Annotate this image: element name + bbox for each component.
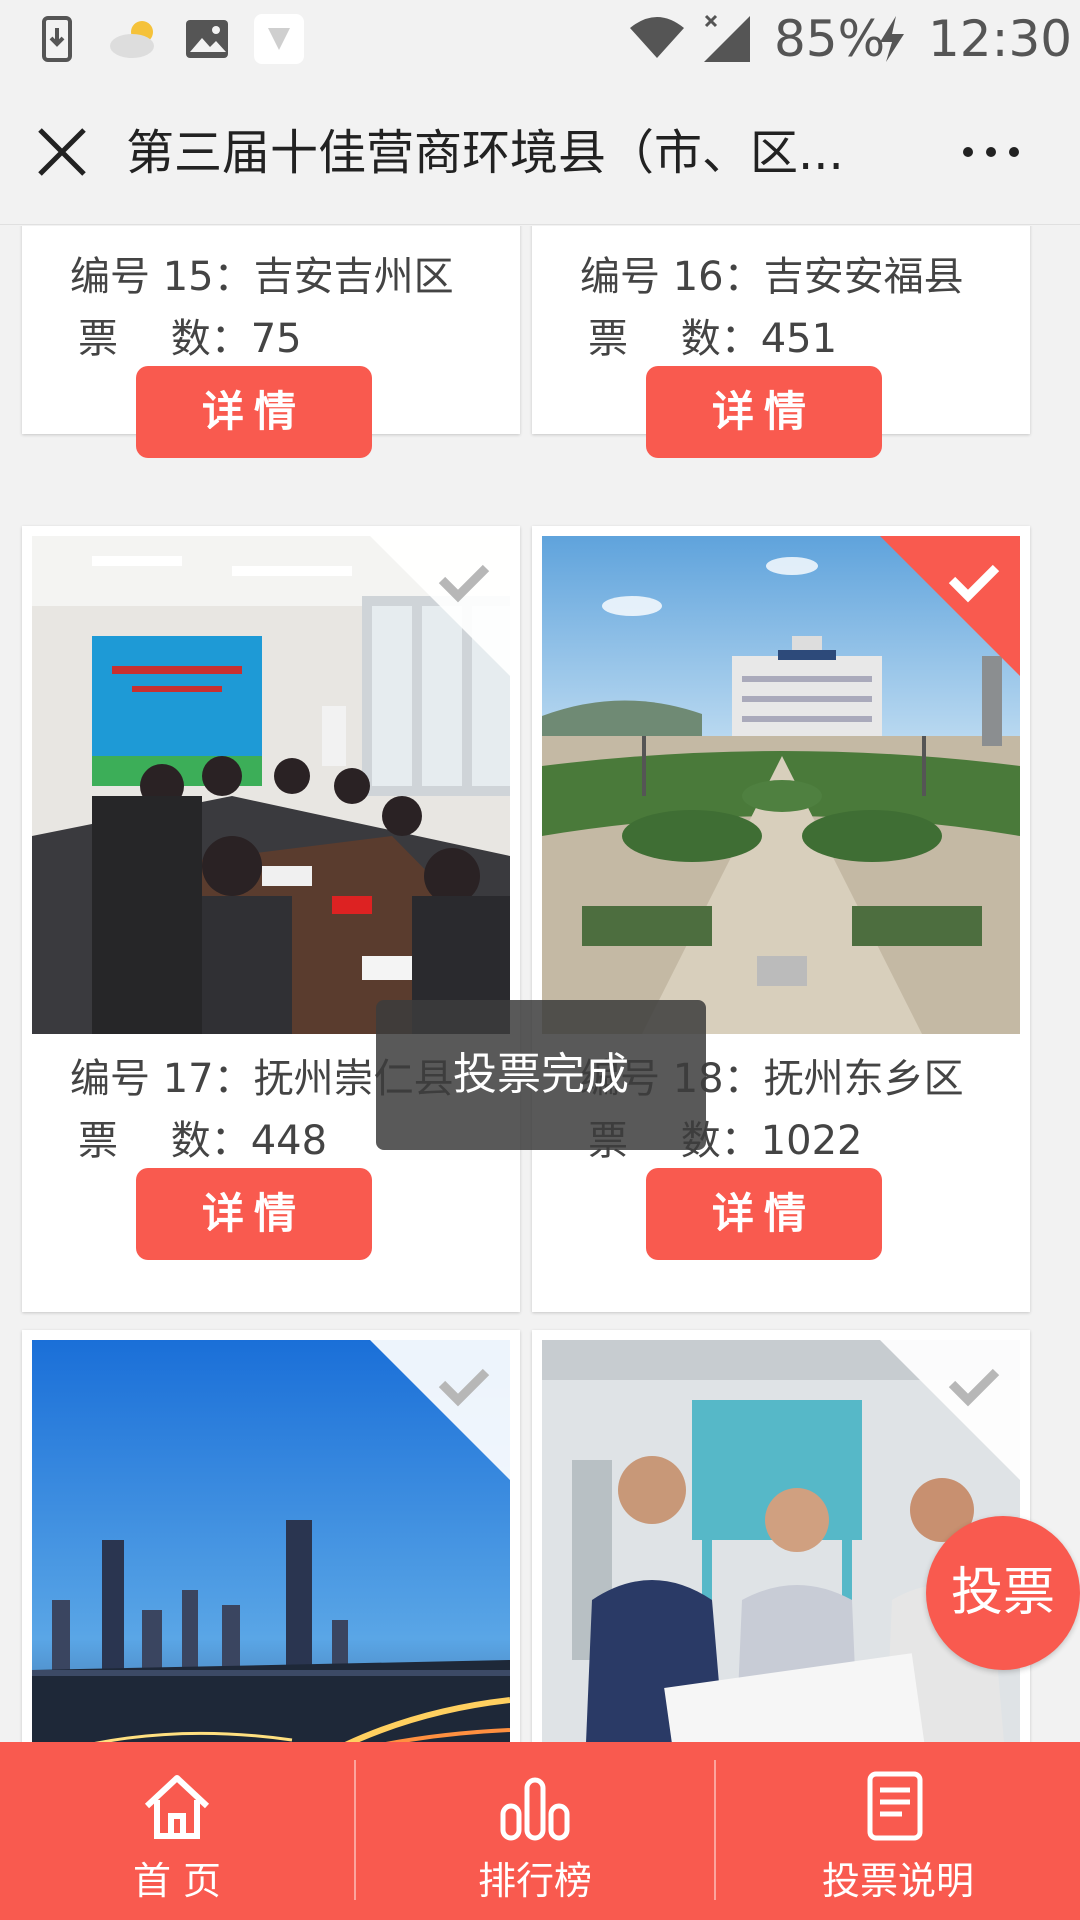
document-icon (867, 1771, 923, 1841)
card-votes: 票 数：75 (78, 316, 302, 362)
bar-chart-icon (500, 1777, 570, 1841)
status-bar: 85% 12:30 (0, 0, 1080, 80)
app-notification-icon (254, 14, 304, 64)
page-title: 第三届十佳营商环境县（市、区... (126, 125, 844, 181)
close-icon[interactable] (30, 120, 94, 184)
card-votes: 票 数：448 (78, 1118, 328, 1164)
vote-check-corner[interactable] (370, 1340, 510, 1480)
candidate-card-18: 编号 18：抚州东乡区 票 数：1022 详情 (532, 526, 1030, 1312)
signal-icon (704, 14, 750, 62)
weather-icon (110, 21, 154, 58)
candidate-card-17: 编号 17：抚州崇仁县 票 数：448 详情 (22, 526, 520, 1312)
clock: 12:30 (928, 10, 1073, 68)
nav-item-home[interactable]: 首 页 (0, 1742, 354, 1920)
nav-label: 投票说明 (821, 1859, 974, 1903)
image-notification-icon (186, 20, 228, 58)
title-bar: 第三届十佳营商环境县（市、区... (0, 80, 1080, 225)
card-number: 编号 16：吉安安福县 (580, 254, 964, 300)
home-icon (144, 1775, 210, 1839)
detail-button[interactable]: 详情 (136, 1168, 372, 1260)
vote-check-corner[interactable] (880, 1340, 1020, 1480)
candidate-card-19 (22, 1330, 520, 1742)
card-number: 编号 15：吉安吉州区 (70, 254, 454, 300)
nav-label: 排行榜 (477, 1859, 592, 1903)
download-notification-icon (42, 16, 72, 62)
card-votes: 票 数：451 (588, 316, 838, 362)
nav-label: 首 页 (132, 1859, 222, 1903)
wifi-icon (630, 17, 684, 58)
candidate-card-15: 编号 15：吉安吉州区 票 数：75 详情 (22, 226, 520, 458)
card-photo-19[interactable] (32, 1340, 510, 1742)
nav-item-vote-rules[interactable]: 投票说明 (716, 1742, 1080, 1920)
battery-percent: 85% (774, 10, 886, 68)
vote-check-corner[interactable] (880, 536, 1020, 676)
candidate-grid: 编号 15：吉安吉州区 票 数：75 详情 编号 16：吉安安福县 票 数：45… (0, 226, 1080, 1742)
toast-message: 投票完成 (376, 1000, 706, 1150)
screen: 85% 12:30 第三届十佳营商环境县（市、区... 编号 15：吉安吉州区 … (0, 0, 1080, 1920)
vote-check-corner[interactable] (370, 536, 510, 676)
detail-button[interactable]: 详情 (136, 366, 372, 458)
detail-button[interactable]: 详情 (646, 1168, 882, 1260)
card-photo-17[interactable] (32, 536, 510, 1034)
more-options-icon[interactable] (956, 120, 1026, 184)
nav-item-ranking[interactable]: 排行榜 (356, 1742, 714, 1920)
candidate-card-16: 编号 16：吉安安福县 票 数：451 详情 (532, 226, 1030, 458)
bottom-nav: 首 页 排行榜 投票说明 (0, 1742, 1080, 1920)
charging-icon (880, 16, 904, 62)
detail-button[interactable]: 详情 (646, 366, 882, 458)
vote-button[interactable]: 投票 (926, 1516, 1080, 1670)
card-photo-18[interactable] (542, 536, 1020, 1034)
